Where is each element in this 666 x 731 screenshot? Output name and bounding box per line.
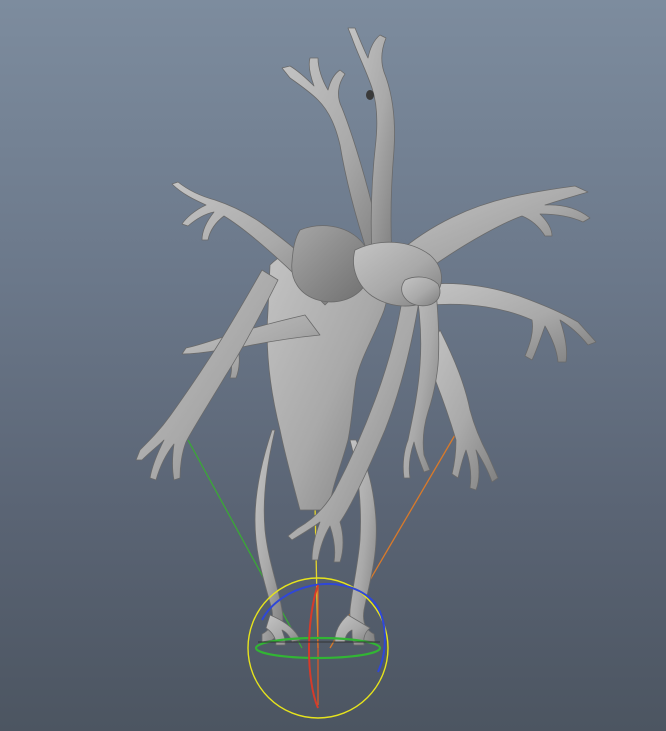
eye-socket [366,90,374,100]
viewport-scene [135,27,597,719]
arm-left-hanging [135,269,279,481]
arm-top-vertical [347,27,395,259]
guide-line-green [187,439,303,649]
3d-viewport[interactable] [0,0,666,731]
creature-model[interactable] [135,27,597,646]
